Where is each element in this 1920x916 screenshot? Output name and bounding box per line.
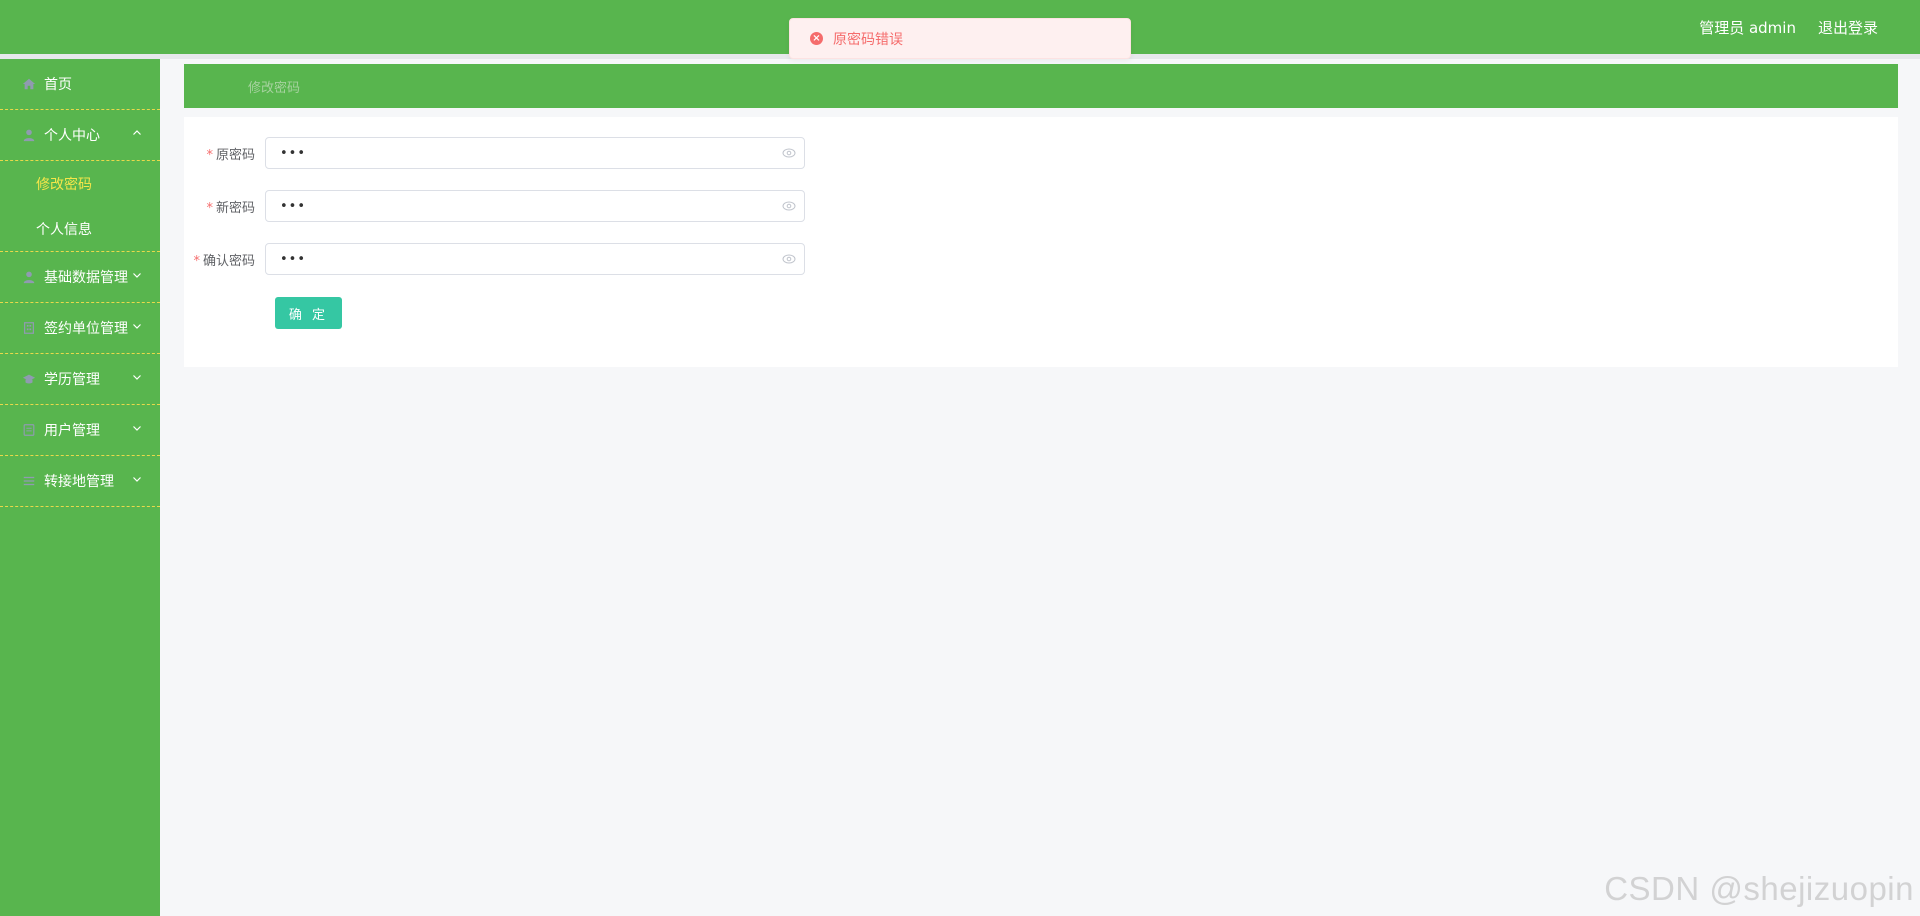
sidebar-item-label: 基础数据管理 [44, 270, 128, 286]
watermark: CSDN @shejizuopin [1604, 870, 1914, 907]
user-icon [23, 129, 35, 142]
sidebar-item-label: 签约单位管理 [44, 321, 128, 337]
sidebar-subitem-label: 个人信息 [36, 221, 92, 238]
header-user-area: 管理员 admin 退出登录 [1699, 0, 1878, 54]
password-value: ••• [280, 145, 307, 161]
password-value: ••• [280, 198, 307, 214]
admin-user-label: 管理员 admin [1699, 18, 1796, 37]
sidebar-item-transfer-location[interactable]: 转接地管理 [0, 456, 160, 507]
new-password-label: * 新密码 [184, 197, 265, 216]
eye-icon[interactable] [782, 253, 796, 265]
sidebar-subitem-label: 修改密码 [36, 176, 92, 193]
sidebar-subitem-personal-info[interactable]: 个人信息 [0, 206, 160, 251]
sidebar-item-label: 学历管理 [44, 372, 100, 388]
form-row-new-password: * 新密码 ••• [184, 190, 884, 222]
sidebar-item-basic-data[interactable]: 基础数据管理 [0, 252, 160, 303]
eye-icon[interactable] [782, 147, 796, 159]
change-password-form: * 原密码 ••• * 新密码 ••• * 确认密码 ••• 确 定 [184, 117, 1898, 367]
sidebar-item-label: 转接地管理 [44, 474, 114, 490]
sidebar-item-label: 首页 [44, 77, 72, 93]
chevron-up-icon [133, 130, 141, 135]
chevron-down-icon [133, 477, 141, 482]
sidebar-item-home[interactable]: 首页 [0, 59, 160, 110]
chevron-down-icon [133, 426, 141, 431]
user-icon [23, 271, 35, 284]
building-icon [24, 322, 34, 334]
required-asterisk: * [193, 253, 200, 269]
personal-center-submenu: 修改密码 个人信息 [0, 161, 160, 252]
sidebar-item-contract-unit[interactable]: 签约单位管理 [0, 303, 160, 354]
sidebar-item-user-management[interactable]: 用户管理 [0, 405, 160, 456]
chevron-down-icon [133, 375, 141, 380]
toast-message: 原密码错误 [833, 31, 903, 48]
sidebar-item-label: 用户管理 [44, 423, 100, 439]
confirm-button[interactable]: 确 定 [275, 297, 342, 329]
form-row-old-password: * 原密码 ••• [184, 137, 884, 169]
required-asterisk: * [206, 147, 213, 163]
old-password-input[interactable]: ••• [265, 137, 805, 169]
list-icon [23, 424, 35, 436]
field-label-text: 原密码 [215, 147, 255, 163]
sidebar: 首页 个人中心 修改密码 个人信息 基础数据管理 签约单位管理 学历管理 用户管… [0, 59, 160, 916]
field-label-text: 新密码 [215, 200, 255, 216]
chevron-down-icon [133, 324, 141, 329]
error-circle-icon: × [810, 32, 823, 45]
sidebar-item-label: 个人中心 [44, 128, 100, 144]
breadcrumb-title: 修改密码 [248, 80, 301, 96]
field-label-text: 确认密码 [202, 253, 255, 269]
eye-icon[interactable] [782, 200, 796, 212]
confirm-password-input[interactable]: ••• [265, 243, 805, 275]
sidebar-item-education[interactable]: 学历管理 [0, 354, 160, 405]
required-asterisk: * [206, 200, 213, 216]
graduation-icon [22, 374, 36, 384]
password-value: ••• [280, 251, 307, 267]
form-row-confirm-password: * 确认密码 ••• [184, 243, 884, 275]
sidebar-subitem-change-password[interactable]: 修改密码 [0, 161, 160, 206]
logout-link[interactable]: 退出登录 [1818, 17, 1878, 38]
new-password-input[interactable]: ••• [265, 190, 805, 222]
confirm-password-label: * 确认密码 [184, 250, 265, 269]
home-icon [22, 78, 36, 90]
menu-icon [23, 476, 35, 486]
old-password-label: * 原密码 [184, 144, 265, 163]
breadcrumb: 修改密码 [184, 64, 1898, 108]
sidebar-item-personal-center[interactable]: 个人中心 [0, 110, 160, 161]
chevron-down-icon [133, 273, 141, 278]
error-toast: × 原密码错误 [789, 18, 1131, 59]
